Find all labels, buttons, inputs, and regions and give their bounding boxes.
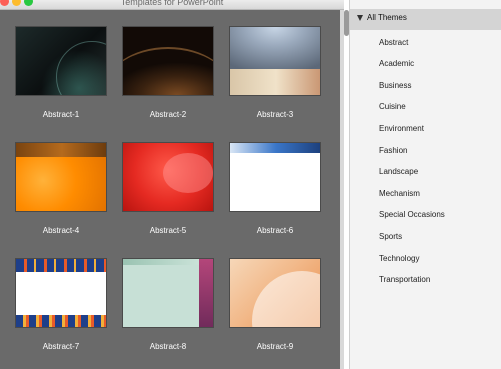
- theme-item-cuisine[interactable]: Cuisine: [379, 102, 406, 112]
- template-caption: Abstract-7: [42, 342, 80, 351]
- template-thumbnail-abstract-5[interactable]: [122, 142, 214, 212]
- template-gallery: Abstract-1 Abstract-2 Abstract-3 Abstrac…: [0, 10, 340, 369]
- theme-item-technology[interactable]: Technology: [379, 254, 419, 264]
- template-thumbnail-abstract-7[interactable]: [15, 258, 107, 328]
- template-thumbnail-abstract-3[interactable]: [229, 26, 321, 96]
- template-caption: Abstract-2: [149, 110, 187, 119]
- template-thumbnail-abstract-8[interactable]: [122, 258, 214, 328]
- thumbnail-art: [16, 143, 106, 157]
- thumbnail-art: [252, 271, 320, 327]
- thumbnail-art: [16, 315, 106, 327]
- template-thumbnail-abstract-4[interactable]: [15, 142, 107, 212]
- window-titlebar: Templates for PowerPoint: [0, 0, 344, 10]
- theme-item-fashion[interactable]: Fashion: [379, 146, 407, 156]
- thumbnail-art: [123, 47, 213, 95]
- template-thumbnail-abstract-1[interactable]: [15, 26, 107, 96]
- theme-item-landscape[interactable]: Landscape: [379, 167, 418, 177]
- thumbnail-art: [230, 143, 320, 153]
- theme-item-sports[interactable]: Sports: [379, 232, 402, 242]
- theme-item-mechanism[interactable]: Mechanism: [379, 189, 420, 199]
- template-thumbnail-abstract-2[interactable]: [122, 26, 214, 96]
- thumbnail-art: [230, 69, 320, 95]
- template-caption: Abstract-3: [256, 110, 294, 119]
- theme-item-special-occasions[interactable]: Special Occasions: [379, 210, 445, 220]
- theme-item-abstract[interactable]: Abstract: [379, 38, 408, 48]
- gallery-scrollbar[interactable]: [340, 10, 344, 369]
- template-caption: Abstract-9: [256, 342, 294, 351]
- template-thumbnail-abstract-9[interactable]: [229, 258, 321, 328]
- window-title: Templates for PowerPoint: [120, 0, 224, 7]
- thumbnail-art: [56, 41, 106, 95]
- thumbnail-art: [163, 153, 213, 193]
- template-thumbnail-abstract-6[interactable]: [229, 142, 321, 212]
- template-caption: Abstract-4: [42, 226, 80, 235]
- template-caption: Abstract-8: [149, 342, 187, 351]
- thumbnail-art: [199, 259, 213, 327]
- theme-item-business[interactable]: Business: [379, 81, 411, 91]
- thumbnail-art: [16, 259, 106, 272]
- theme-item-academic[interactable]: Academic: [379, 59, 414, 69]
- all-themes-label: All Themes: [367, 13, 407, 22]
- template-caption: Abstract-1: [42, 110, 80, 119]
- theme-sidebar: All Themes Abstract Academic Business Cu…: [349, 0, 501, 369]
- template-caption: Abstract-5: [149, 226, 187, 235]
- theme-item-transportation[interactable]: Transportation: [379, 275, 430, 285]
- template-caption: Abstract-6: [256, 226, 294, 235]
- disclosure-triangle-icon[interactable]: [357, 15, 363, 21]
- theme-item-environment[interactable]: Environment: [379, 124, 424, 134]
